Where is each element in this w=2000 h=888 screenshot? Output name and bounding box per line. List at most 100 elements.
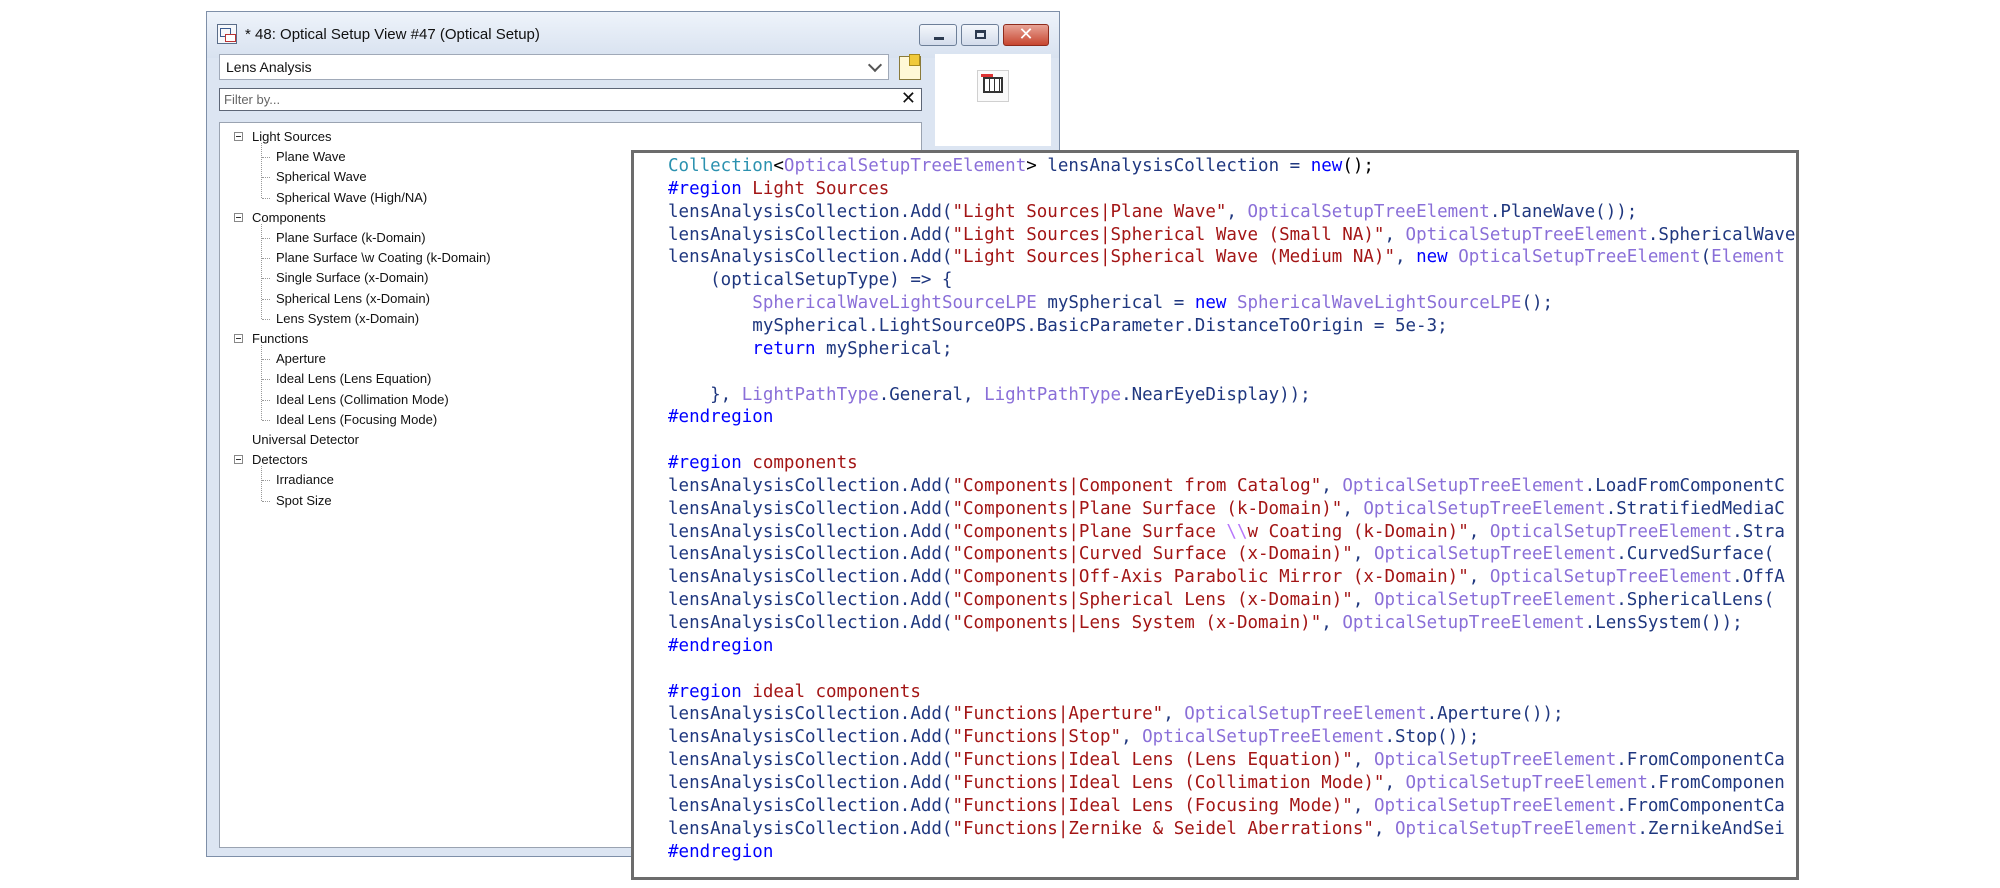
- code-token: "Functions|Zernike & Seidel Aberrations": [952, 818, 1374, 839]
- tree-item[interactable]: Single Surface (x-Domain): [276, 268, 428, 288]
- code-token: mySpherical.LightSourceOPS.BasicParamete…: [668, 315, 1448, 336]
- code-token: lensAnalysisCollection.Add(: [668, 818, 953, 839]
- window-title: * 48: Optical Setup View #47 (Optical Se…: [245, 26, 540, 43]
- tree-item[interactable]: Ideal Lens (Focusing Mode): [276, 410, 437, 430]
- tree-item[interactable]: Spherical Lens (x-Domain): [276, 289, 430, 309]
- code-token: .NearEyeDisplay));: [1121, 384, 1311, 405]
- code-token: OpticalSetupTreeElement: [1363, 498, 1606, 519]
- code-token: (: [1700, 247, 1712, 268]
- close-icon: ✕: [1018, 24, 1034, 45]
- code-token: ,: [1321, 475, 1343, 496]
- tree-item[interactable]: Ideal Lens (Lens Equation): [276, 369, 431, 389]
- collapse-icon[interactable]: [234, 334, 243, 343]
- minimize-button[interactable]: [919, 24, 957, 46]
- tree-connector: [261, 143, 262, 198]
- filter-input[interactable]: [224, 91, 874, 108]
- code-token: OpticalSetupTreeElement: [1373, 590, 1617, 611]
- tree-connector: [262, 500, 270, 502]
- code-line: lensAnalysisCollection.Add("Components|O…: [668, 566, 1785, 589]
- view-type-dropdown[interactable]: Lens Analysis: [219, 54, 889, 80]
- tree-item[interactable]: Lens System (x-Domain): [276, 309, 419, 329]
- code-token: .FromComponentCa: [1616, 795, 1785, 816]
- code-token: OpticalSetupTreeElement: [1373, 795, 1617, 816]
- code-token: "Components|Plane Surface (k-Domain)": [952, 498, 1343, 519]
- collapse-icon[interactable]: [234, 132, 243, 141]
- collapse-icon[interactable]: [234, 455, 243, 465]
- code-token: .LensSystem());: [1584, 613, 1743, 633]
- code-token: "Functions|Ideal Lens (Focusing Mode)": [952, 795, 1353, 816]
- code-token: "Light Sources|Spherical Wave (Small NA)…: [952, 224, 1385, 245]
- code-token: .OffA: [1732, 567, 1785, 588]
- tree-item[interactable]: Ideal Lens (Collimation Mode): [276, 390, 449, 410]
- filter-field[interactable]: ✕: [219, 88, 922, 111]
- optical-setup-window-icon[interactable]: [217, 24, 237, 44]
- title-bar[interactable]: * 48: Optical Setup View #47 (Optical Se…: [207, 12, 1059, 58]
- code-token: lensAnalysisCollection.Add(: [668, 201, 953, 222]
- code-token: ,: [1352, 590, 1374, 611]
- tree-item[interactable]: Irradiance: [276, 470, 334, 490]
- code-line: return mySpherical;: [668, 338, 952, 361]
- code-token: mySpherical =: [1036, 293, 1195, 314]
- code-token: "Components|Component from Catalog": [952, 475, 1322, 496]
- code-token: ,: [1352, 750, 1374, 771]
- chevron-down-icon: [867, 57, 883, 73]
- code-token: lensAnalysisCollection.Add(: [668, 750, 953, 771]
- tree-connector: [262, 379, 270, 381]
- code-line: lensAnalysisCollection.Add("Functions|Id…: [668, 772, 1785, 795]
- code-token: OpticalSetupTreeElement: [1405, 224, 1648, 245]
- minimize-icon: [934, 37, 944, 40]
- tree-connector: [261, 466, 262, 501]
- code-line: lensAnalysisCollection.Add("Components|L…: [668, 612, 1743, 635]
- tree-item[interactable]: Plane Wave: [276, 147, 346, 167]
- code-token: OpticalSetupTreeElement: [1342, 475, 1585, 496]
- code-token: OpticalSetupTreeElement: [1342, 613, 1585, 633]
- code-token: lensAnalysisCollection.Add(: [668, 795, 953, 816]
- code-token: lensAnalysisCollection.Add(: [668, 475, 953, 496]
- new-note-button[interactable]: [899, 54, 921, 80]
- code-token: ,: [1352, 544, 1374, 565]
- code-token: .FromComponentCa: [1616, 750, 1785, 771]
- code-token: "Components|Lens System (x-Domain)": [952, 613, 1322, 633]
- clear-filter-icon[interactable]: ✕: [901, 88, 916, 109]
- code-token: OpticalSetupTreeElement: [1489, 567, 1733, 588]
- code-token: .SphericalWave: [1647, 224, 1796, 245]
- tree-item[interactable]: Spot Size: [276, 491, 332, 511]
- code-token: Element: [1711, 247, 1785, 268]
- tree-item[interactable]: Spherical Wave: [276, 167, 367, 187]
- tree-connector: [262, 238, 270, 239]
- code-line: #endregion: [668, 841, 773, 864]
- tree-item[interactable]: Plane Surface (k-Domain): [276, 228, 426, 248]
- tree-item[interactable]: Aperture: [276, 349, 326, 369]
- code-line: Collection<OpticalSetupTreeElement> lens…: [668, 155, 1374, 178]
- code-token: "Light Sources|Spherical Wave (Medium NA…: [952, 247, 1395, 268]
- lens-analysis-chart-icon[interactable]: [977, 70, 1009, 102]
- code-token: lensAnalysisCollection.Add(: [668, 498, 953, 519]
- code-token: SphericalWaveLightSourceLPE: [1236, 293, 1522, 314]
- tree-item[interactable]: Spherical Wave (High/NA): [276, 188, 427, 208]
- code-token: OpticalSetupTreeElement: [1142, 727, 1385, 748]
- code-line: lensAnalysisCollection.Add("Components|C…: [668, 475, 1785, 498]
- code-line: lensAnalysisCollection.Add("Components|P…: [668, 521, 1785, 544]
- code-line: lensAnalysisCollection.Add("Functions|Id…: [668, 795, 1785, 818]
- close-button[interactable]: ✕: [1003, 24, 1049, 46]
- tree-item[interactable]: Plane Surface \w Coating (k-Domain): [276, 248, 491, 268]
- code-token: "Components|Spherical Lens (x-Domain)": [952, 590, 1353, 611]
- code-token: \\: [1226, 521, 1248, 542]
- maximize-button[interactable]: [961, 24, 999, 46]
- code-line: #endregion: [668, 406, 773, 429]
- code-token: OpticalSetupTreeElement: [1373, 544, 1617, 565]
- code-token: Collection: [668, 156, 774, 176]
- code-token: Light Sources: [741, 178, 890, 199]
- code-token: ,: [1163, 704, 1185, 725]
- code-token: "Functions|Ideal Lens (Collimation Mode)…: [952, 772, 1385, 793]
- code-token: return: [752, 338, 816, 359]
- code-token: "Components|Plane Surface: [952, 521, 1227, 542]
- code-token: ,: [1342, 498, 1364, 519]
- code-token: new: [1194, 293, 1237, 314]
- code-token: ,: [1121, 727, 1143, 748]
- collapse-icon[interactable]: [234, 212, 243, 222]
- code-token: OpticalSetupTreeElement: [1373, 750, 1617, 771]
- code-panel: Collection<OpticalSetupTreeElement> lens…: [631, 150, 1799, 880]
- code-line: #region components: [668, 452, 858, 475]
